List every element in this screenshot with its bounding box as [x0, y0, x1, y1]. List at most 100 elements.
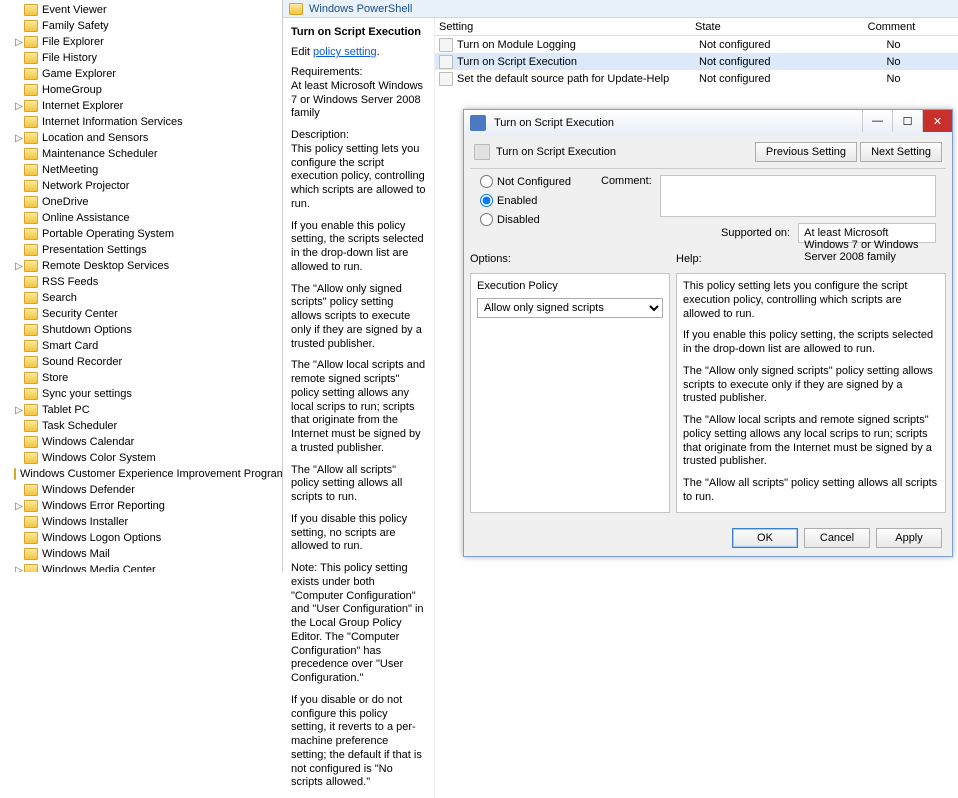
desc-title: Description: [291, 129, 349, 141]
radio-not-configured[interactable]: Not Configured [480, 175, 571, 188]
tree-item[interactable]: Event Viewer [0, 2, 282, 18]
tree-item-label: Sync your settings [42, 388, 132, 400]
execution-policy-label: Execution Policy [477, 280, 663, 292]
tree-item-label: Windows Installer [42, 516, 128, 528]
tree-item[interactable]: Family Safety [0, 18, 282, 34]
tree-item[interactable]: Windows Logon Options [0, 530, 282, 546]
tree-item[interactable]: Maintenance Scheduler [0, 146, 282, 162]
options-panel: Execution Policy Allow only signed scrip… [470, 273, 670, 513]
tree-item[interactable]: ▷File Explorer [0, 34, 282, 50]
tree-item[interactable]: Presentation Settings [0, 242, 282, 258]
comment-label: Comment: [601, 175, 652, 217]
list-header[interactable]: Setting State Comment [435, 18, 958, 36]
tree-item[interactable]: Store [0, 370, 282, 386]
tree-item[interactable]: NetMeeting [0, 162, 282, 178]
tree-item-label: Windows Calendar [42, 436, 134, 448]
tree-item-label: Location and Sensors [42, 132, 148, 144]
radio-enabled[interactable]: Enabled [480, 194, 571, 207]
cancel-button[interactable]: Cancel [804, 528, 870, 548]
folder-icon [24, 404, 38, 416]
folder-icon [14, 468, 16, 480]
folder-icon [24, 372, 38, 384]
list-row[interactable]: Set the default source path for Update-H… [435, 70, 958, 87]
execution-policy-select[interactable]: Allow only signed scripts [477, 298, 663, 318]
tree-item[interactable]: Sound Recorder [0, 354, 282, 370]
tree-item[interactable]: Task Scheduler [0, 418, 282, 434]
chevron-icon: ▷ [14, 101, 24, 112]
tree-item-label: File Explorer [42, 36, 104, 48]
dialog-titlebar[interactable]: Turn on Script Execution — ☐ ✕ [464, 110, 952, 136]
folder-icon [24, 548, 38, 560]
list-row[interactable]: Turn on Script ExecutionNot configuredNo [435, 53, 958, 70]
folder-icon [24, 244, 38, 256]
tree-item[interactable]: Windows Mail [0, 546, 282, 562]
tree-item[interactable]: Portable Operating System [0, 226, 282, 242]
folder-icon [24, 148, 38, 160]
setting-icon [439, 38, 453, 52]
tree-item-label: Search [42, 292, 77, 304]
tree-item[interactable]: Shutdown Options [0, 322, 282, 338]
tree-item[interactable]: HomeGroup [0, 82, 282, 98]
tree-item[interactable]: ▷Windows Media Center [0, 562, 282, 572]
tree-item[interactable]: ▷Windows Error Reporting [0, 498, 282, 514]
dialog-title: Turn on Script Execution [494, 117, 614, 129]
tree-item[interactable]: ▷Tablet PC [0, 402, 282, 418]
tree-item[interactable]: Windows Installer [0, 514, 282, 530]
radio-disabled[interactable]: Disabled [480, 213, 571, 226]
tree-item-label: RSS Feeds [42, 276, 98, 288]
setting-name: Turn on Script Execution [291, 26, 426, 38]
folder-icon [24, 52, 38, 64]
tree-item[interactable]: Network Projector [0, 178, 282, 194]
tree-item-label: Windows Defender [42, 484, 135, 496]
maximize-button[interactable]: ☐ [892, 110, 922, 132]
col-comment[interactable]: Comment [825, 21, 958, 33]
next-setting-button[interactable]: Next Setting [860, 142, 942, 162]
policy-dialog: Turn on Script Execution — ☐ ✕ Turn on S… [463, 109, 953, 557]
minimize-button[interactable]: — [862, 110, 892, 132]
setting-icon [474, 144, 490, 160]
tree-item[interactable]: ▷Location and Sensors [0, 130, 282, 146]
dialog-icon [470, 115, 486, 131]
tree-item[interactable]: Windows Color System [0, 450, 282, 466]
help-panel[interactable]: This policy setting lets you configure t… [676, 273, 946, 513]
folder-icon [24, 500, 38, 512]
previous-setting-button[interactable]: Previous Setting [755, 142, 857, 162]
tree-item[interactable]: ▷Remote Desktop Services [0, 258, 282, 274]
folder-icon [24, 420, 38, 432]
tree-item[interactable]: Security Center [0, 306, 282, 322]
tree-item[interactable]: Online Assistance [0, 210, 282, 226]
tree-item[interactable]: Game Explorer [0, 66, 282, 82]
close-button[interactable]: ✕ [922, 110, 952, 132]
tree-item[interactable]: RSS Feeds [0, 274, 282, 290]
tree-item-label: Smart Card [42, 340, 98, 352]
tree-item[interactable]: OneDrive [0, 194, 282, 210]
tree-item[interactable]: Windows Calendar [0, 434, 282, 450]
col-state[interactable]: State [695, 21, 825, 33]
col-setting[interactable]: Setting [435, 21, 695, 33]
chevron-icon: ▷ [14, 565, 24, 573]
list-row[interactable]: Turn on Module LoggingNot configuredNo [435, 36, 958, 53]
folder-icon [24, 20, 38, 32]
folder-icon [24, 4, 38, 16]
folder-icon [24, 228, 38, 240]
tree-item[interactable]: Windows Customer Experience Improvement … [0, 466, 282, 482]
tree-item[interactable]: File History [0, 50, 282, 66]
tree-item[interactable]: Internet Information Services [0, 114, 282, 130]
tree-item-label: NetMeeting [42, 164, 98, 176]
tree-item[interactable]: ▷ Internet Explorer [0, 98, 282, 114]
tree-item[interactable]: Sync your settings [0, 386, 282, 402]
folder-icon [24, 516, 38, 528]
folder-icon [24, 132, 38, 144]
comment-textarea[interactable] [660, 175, 936, 217]
edit-policy-link[interactable]: policy setting [313, 46, 377, 58]
options-label: Options: [470, 253, 676, 265]
tree-item-label: Internet Explorer [42, 100, 123, 112]
tree-item[interactable]: Search [0, 290, 282, 306]
edit-label: Edit [291, 46, 310, 58]
tree-item[interactable]: Smart Card [0, 338, 282, 354]
apply-button[interactable]: Apply [876, 528, 942, 548]
dialog-setting-label: Turn on Script Execution [496, 146, 616, 158]
tree-item[interactable]: Windows Defender [0, 482, 282, 498]
ok-button[interactable]: OK [732, 528, 798, 548]
nav-tree[interactable]: Event ViewerFamily Safety▷File ExplorerF… [0, 0, 283, 572]
